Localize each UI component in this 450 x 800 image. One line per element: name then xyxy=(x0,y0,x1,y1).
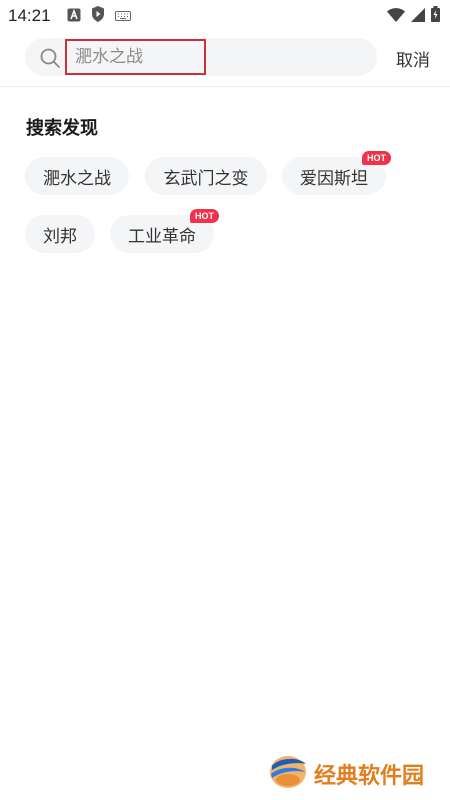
status-left-icons xyxy=(67,6,131,26)
search-discover-title: 搜索发现 xyxy=(26,118,98,139)
search-bar: 取消 xyxy=(0,36,450,80)
battery-icon xyxy=(431,6,440,26)
watermark-text: 经典软件园 xyxy=(314,764,425,789)
chip-liu-bang[interactable]: 刘邦 xyxy=(25,215,95,253)
keyboard-icon xyxy=(114,7,131,26)
chip-xuanwu-gate-incident[interactable]: 玄武门之变 xyxy=(145,157,267,195)
wifi-icon xyxy=(387,7,405,26)
status-right-icons xyxy=(387,6,440,26)
play-shield-icon xyxy=(91,6,105,26)
header-divider xyxy=(0,86,450,87)
hot-badge: HOT xyxy=(190,209,219,223)
status-bar: 14:21 xyxy=(0,0,450,32)
hot-badge: HOT xyxy=(362,151,391,165)
chip-feishui-battle[interactable]: 淝水之战 xyxy=(25,157,129,195)
watermark-logo-icon xyxy=(268,754,308,794)
a-app-icon xyxy=(67,7,81,26)
search-icon xyxy=(39,47,61,69)
search-input[interactable] xyxy=(65,39,206,75)
signal-icon xyxy=(411,7,425,26)
cancel-button[interactable]: 取消 xyxy=(396,46,430,71)
status-time: 14:21 xyxy=(8,6,51,25)
watermark: 经典软件园 xyxy=(268,754,424,794)
